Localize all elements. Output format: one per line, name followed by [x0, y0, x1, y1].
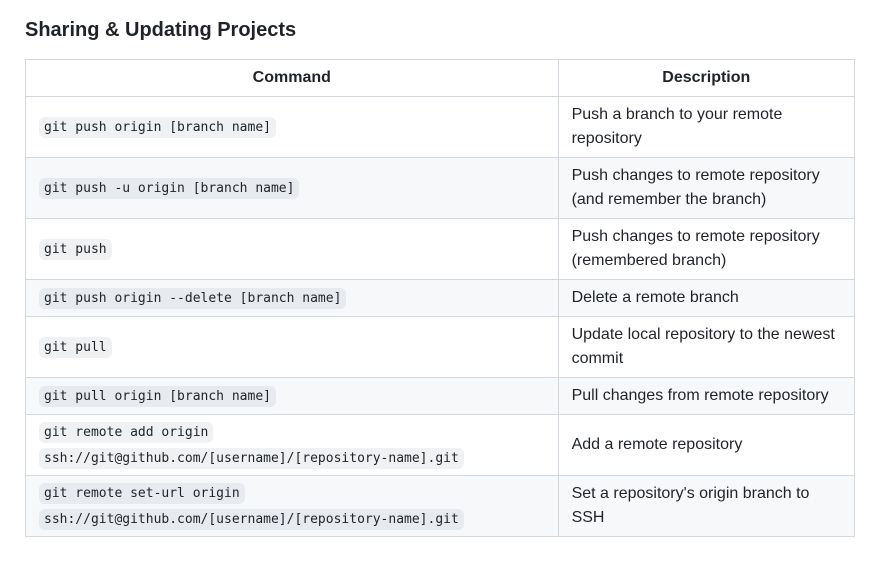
- command-cell: git push origin --delete [branch name]: [25, 279, 559, 317]
- description-cell: Delete a remote branch: [557, 279, 856, 317]
- command-code: git push -u origin [branch name]: [39, 178, 300, 199]
- description-cell: Update local repository to the newest co…: [557, 316, 856, 378]
- table-body: git push origin [branch name] Push a bra…: [25, 96, 856, 537]
- commands-table: Command Description git push origin [bra…: [25, 59, 856, 537]
- command-code: git pull origin [branch name]: [39, 386, 276, 407]
- command-cell: git pull: [25, 316, 559, 378]
- description-cell: Push changes to remote repository (and r…: [557, 157, 856, 219]
- description-cell: Push changes to remote repository (remem…: [557, 218, 856, 280]
- column-header-command: Command: [25, 59, 559, 97]
- command-cell: git push: [25, 218, 559, 280]
- table-row: git push Push changes to remote reposito…: [25, 218, 856, 280]
- table-row: git remote add origin ssh://git@github.c…: [25, 414, 856, 476]
- header-row: Command Description: [25, 59, 856, 97]
- section-title: Sharing & Updating Projects: [25, 19, 297, 41]
- table-row: git pull Update local repository to the …: [25, 316, 856, 378]
- command-code: git push: [39, 239, 112, 260]
- command-cell: git push -u origin [branch name]: [25, 157, 559, 219]
- command-cell: git pull origin [branch name]: [25, 377, 559, 415]
- table-row: git push -u origin [branch name] Push ch…: [25, 157, 856, 219]
- command-code: git push origin --delete [branch name]: [39, 288, 347, 309]
- table-row: git push origin [branch name] Push a bra…: [25, 96, 856, 158]
- table-row: git push origin --delete [branch name] D…: [25, 279, 856, 317]
- description-cell: Set a repository's origin branch to SSH: [557, 475, 856, 537]
- table-header: Command Description: [25, 59, 856, 97]
- command-code: git remote add origin ssh://git@github.c…: [39, 422, 464, 469]
- command-cell: git remote add origin ssh://git@github.c…: [25, 414, 559, 476]
- command-cell: git remote set-url origin ssh://git@gith…: [25, 475, 559, 537]
- command-cell: git push origin [branch name]: [25, 96, 559, 158]
- command-code: git push origin [branch name]: [39, 117, 276, 138]
- column-header-description: Description: [557, 59, 856, 97]
- table-row: git remote set-url origin ssh://git@gith…: [25, 475, 856, 537]
- command-code: git remote set-url origin ssh://git@gith…: [39, 483, 464, 530]
- command-code: git pull: [39, 337, 112, 358]
- page: Sharing & Updating Projects Command Desc…: [0, 0, 876, 561]
- description-cell: Pull changes from remote repository: [557, 377, 856, 415]
- description-cell: Push a branch to your remote repository: [557, 96, 856, 158]
- table-row: git pull origin [branch name] Pull chang…: [25, 377, 856, 415]
- description-cell: Add a remote repository: [557, 414, 856, 476]
